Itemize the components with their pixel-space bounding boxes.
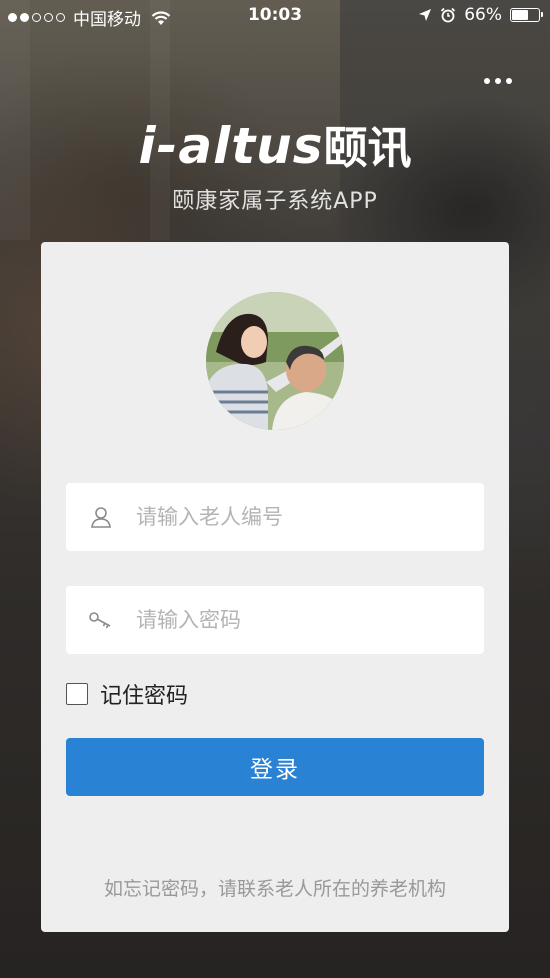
forgot-password-hint: 如忘记密码，请联系老人所在的养老机构 [103,878,446,900]
status-right: 66% [418,5,543,25]
elder-id-field[interactable] [66,483,484,551]
login-card: 记住密码 登录 如忘记密码，请联系老人所在的养老机构 [41,242,509,932]
more-dot [495,78,501,84]
battery-icon [510,8,543,22]
app-subtitle: 颐康家属子系统APP [172,189,378,214]
avatar [206,292,344,430]
login-button[interactable]: 登录 [66,738,484,796]
elder-id-input[interactable] [136,505,456,529]
battery-fill [512,10,528,20]
alarm-icon [441,7,456,23]
battery-percent: 66% [464,5,502,25]
remember-checkbox[interactable] [66,683,88,705]
user-icon-wrap [66,505,136,529]
remember-password[interactable]: 记住密码 [66,678,188,710]
password-input[interactable] [136,608,456,632]
more-dots-icon[interactable] [484,78,512,84]
password-field[interactable] [66,586,484,654]
brand-logo: i-altus颐讯 [0,112,550,176]
status-bar: 中国移动 10:03 66% [0,0,550,32]
avatar-photo [206,292,344,430]
location-arrow-icon [419,9,432,21]
more-dot [484,78,490,84]
user-icon [91,507,111,528]
brand-latin: i-altus [138,117,324,175]
remember-label: 记住密码 [100,684,189,709]
key-icon [89,612,111,629]
key-icon-wrap [66,610,136,630]
more-dot [506,78,512,84]
brand-cn: 颐讯 [323,123,412,174]
